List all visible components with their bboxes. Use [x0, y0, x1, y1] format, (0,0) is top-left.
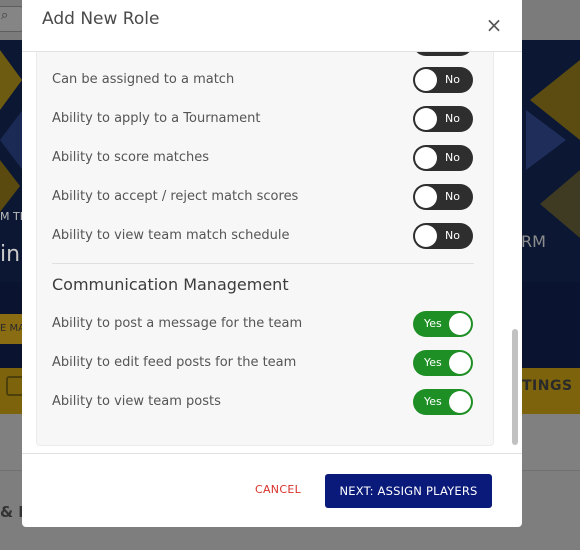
toggle-state: No [445, 151, 460, 164]
toggle-state: No [445, 73, 460, 86]
toggle-state: No [445, 229, 460, 242]
toggle-knob [449, 313, 471, 335]
search-box: ⌕ [0, 6, 23, 32]
modal-body[interactable]: Can be assigned to a match No Ability to… [22, 52, 522, 452]
permission-toggle[interactable]: No [413, 145, 473, 171]
permission-label: Ability to apply to a Tournament [52, 111, 261, 126]
permission-toggle[interactable]: No [413, 106, 473, 132]
toggle-knob [415, 186, 437, 208]
close-icon[interactable]: × [484, 14, 504, 36]
toggle-state: Yes [424, 356, 442, 369]
permission-row: Can be assigned to a match No [52, 67, 482, 97]
permission-toggle[interactable]: No [413, 67, 473, 93]
permission-toggle[interactable]: Yes [413, 350, 473, 376]
toggle-knob [415, 225, 437, 247]
permission-row: Ability to post a message for the team Y… [52, 311, 482, 341]
toggle-knob [415, 147, 437, 169]
permission-label: Can be assigned to a match [52, 72, 235, 87]
section-divider [52, 263, 474, 264]
permission-row: Ability to edit feed posts for the team … [52, 350, 482, 380]
permission-label: Ability to post a message for the team [52, 316, 303, 331]
permission-label: Ability to edit feed posts for the team [52, 355, 297, 370]
toggle-state: Yes [424, 395, 442, 408]
toggle-knob [415, 69, 437, 91]
permission-toggle[interactable]: No [413, 223, 473, 249]
permission-row: Ability to accept / reject match scores … [52, 184, 482, 214]
permission-row: Ability to score matches No [52, 145, 482, 175]
toggle-state: No [445, 112, 460, 125]
modal-footer: CANCEL NEXT: ASSIGN PLAYERS [22, 453, 522, 528]
permission-label: Ability to view team posts [52, 394, 221, 409]
banner-action-button: E MA [0, 314, 22, 344]
permission-label: Ability to view team match schedule [52, 228, 290, 243]
modal-title: Add New Role [42, 9, 160, 29]
next-assign-players-button[interactable]: NEXT: ASSIGN PLAYERS [325, 474, 492, 508]
cancel-button[interactable]: CANCEL [248, 475, 308, 505]
banner-right-text: RM [521, 232, 546, 251]
scrollbar-thumb[interactable] [512, 329, 518, 445]
permission-toggle[interactable]: Yes [413, 311, 473, 337]
toggle-knob [449, 391, 471, 413]
permission-toggle[interactable]: No [413, 184, 473, 210]
permission-toggle[interactable]: Yes [413, 389, 473, 415]
permission-label: Ability to accept / reject match scores [52, 189, 299, 204]
add-role-modal: Add New Role × Can be assigned to a matc… [22, 0, 522, 527]
toggle-knob [449, 352, 471, 374]
permission-row: Ability to view team posts Yes [52, 389, 482, 419]
permission-row: Ability to apply to a Tournament No [52, 106, 482, 136]
toggle-knob [415, 108, 437, 130]
toggle-state: Yes [424, 317, 442, 330]
toggle-state: No [445, 190, 460, 203]
tab-settings: TINGS [522, 378, 573, 394]
banner-team-name: in [0, 242, 21, 267]
section-title-communication: Communication Management [52, 275, 289, 294]
permission-label: Ability to score matches [52, 150, 210, 165]
modal-header: Add New Role × [22, 0, 522, 52]
search-icon: ⌕ [1, 8, 9, 23]
permission-row: Ability to view team match schedule No [52, 223, 482, 253]
